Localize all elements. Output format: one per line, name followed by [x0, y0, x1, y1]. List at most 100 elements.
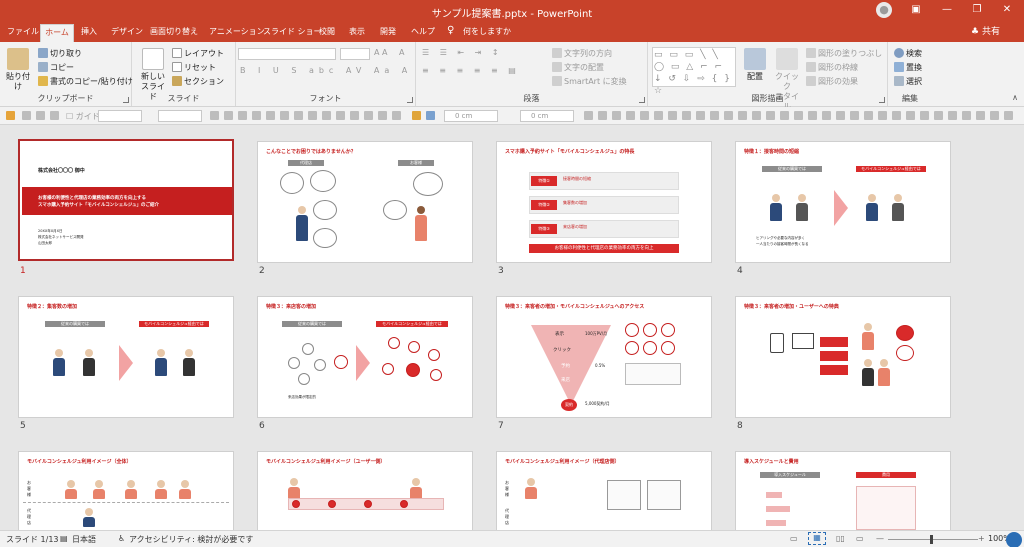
paste-button[interactable]: 貼り付け	[4, 48, 32, 92]
qat-icon-9[interactable]	[280, 111, 289, 120]
qat-icon-42[interactable]	[920, 111, 929, 120]
arrange-button[interactable]: 配置	[742, 48, 768, 82]
close-icon[interactable]: ✕	[1000, 3, 1014, 17]
tell-me-search[interactable]: 何をしますか	[460, 24, 514, 42]
list-buttons[interactable]: ☰ ☰ ⇤ ⇥ ↕	[422, 48, 503, 57]
tab-insert[interactable]: 挿入	[78, 24, 100, 42]
shape-fill-button[interactable]: 図形の塗りつぶし	[806, 48, 882, 59]
qat-dropdown-2[interactable]	[158, 110, 202, 122]
shape-outline-button[interactable]: 図形の枠線	[806, 62, 858, 73]
qat-icon-11[interactable]	[308, 111, 317, 120]
qat-icon-21[interactable]	[626, 111, 635, 120]
font-name-dropdown[interactable]	[238, 48, 336, 60]
cut-button[interactable]: 切り取り	[38, 48, 82, 59]
qat-icon-47[interactable]	[990, 111, 999, 120]
qat-icon-19[interactable]	[598, 111, 607, 120]
grow-font-icon[interactable]: A A	[374, 48, 388, 57]
tab-home[interactable]: ホーム	[40, 24, 74, 42]
slide-thumbnail-12[interactable]: 導入スケジュールと費用 導入スケジュール 費用	[735, 451, 951, 530]
qat-icon-33[interactable]	[794, 111, 803, 120]
font-style-buttons[interactable]: B I U S abc AV Aa A	[240, 66, 412, 75]
qat-icon-37[interactable]	[850, 111, 859, 120]
qat-icon-2[interactable]	[36, 111, 45, 120]
zoom-slider-thumb[interactable]	[930, 535, 933, 544]
qat-icon-44[interactable]	[948, 111, 957, 120]
qat-icon-23[interactable]	[654, 111, 663, 120]
qat-icon-22[interactable]	[640, 111, 649, 120]
qat-icon-4[interactable]	[210, 111, 219, 120]
qat-icon-38[interactable]	[864, 111, 873, 120]
slide-thumbnail-4[interactable]: 特徴１：接客時間の短縮 従来の購買では モバイルコンシェルジュ経由では ヒアリン…	[735, 141, 951, 263]
qat-icon-27[interactable]	[710, 111, 719, 120]
reset-button[interactable]: リセット	[172, 62, 216, 73]
qat-icon-35[interactable]	[822, 111, 831, 120]
minimize-icon[interactable]: —	[940, 3, 954, 17]
accessibility-status[interactable]: アクセシビリティ: 検討が必要です	[129, 534, 253, 545]
share-button[interactable]: ♣ 共有	[968, 24, 1003, 42]
tab-review[interactable]: 校閲	[316, 24, 338, 42]
format-painter-button[interactable]: 書式のコピー/貼り付け	[38, 76, 133, 87]
slide-thumbnail-1[interactable]: 株式会社〇〇〇 御中 お客様の利便性と代理店の業務効率の両方を向上する スマホ購…	[18, 139, 234, 261]
drawing-launcher-icon[interactable]	[879, 97, 885, 103]
layout-button[interactable]: レイアウト	[172, 48, 224, 59]
slide-counter[interactable]: スライド 1/13	[6, 534, 59, 545]
qat-icon-36[interactable]	[836, 111, 845, 120]
guide-toggle[interactable]: ☐ ガイド	[66, 111, 100, 122]
qat-dropdown-1[interactable]	[98, 110, 142, 122]
width-field[interactable]: 0 cm	[520, 110, 574, 122]
qat-icon-1[interactable]	[22, 111, 31, 120]
qat-icon-17[interactable]	[392, 111, 401, 120]
account-avatar-icon[interactable]: ●	[876, 2, 892, 18]
align-text-button[interactable]: 文字の配置	[552, 62, 604, 73]
qat-icon-31[interactable]	[766, 111, 775, 120]
tab-transitions[interactable]: 画面切り替え	[147, 24, 201, 42]
slide-thumbnail-7[interactable]: 特徴３：来客者の増加・モバイルコンシェルジュへのアクセス 表示 クリック 予約 …	[496, 296, 712, 418]
qat-icon-32[interactable]	[780, 111, 789, 120]
qat-icon-5[interactable]	[224, 111, 233, 120]
qat-icon-24[interactable]	[668, 111, 677, 120]
qat-icon-25[interactable]	[682, 111, 691, 120]
normal-view-icon[interactable]: ▭	[790, 534, 798, 543]
collapse-ribbon-icon[interactable]: ∧	[1012, 93, 1018, 102]
qat-icon-40[interactable]	[892, 111, 901, 120]
qat-icon-30[interactable]	[752, 111, 761, 120]
qat-icon-6[interactable]	[238, 111, 247, 120]
qat-icon-14[interactable]	[350, 111, 359, 120]
qat-icon-39[interactable]	[878, 111, 887, 120]
slideshow-view-icon[interactable]: ▭	[856, 534, 864, 543]
qat-icon-12[interactable]	[322, 111, 331, 120]
qat-icon-7[interactable]	[252, 111, 261, 120]
qat-icon-13[interactable]	[336, 111, 345, 120]
tab-design[interactable]: デザイン	[108, 24, 146, 42]
qat-icon-3[interactable]	[50, 111, 59, 120]
qat-icon-29[interactable]	[738, 111, 747, 120]
shape-effects-button[interactable]: 図形の効果	[806, 76, 858, 87]
tab-animations[interactable]: アニメーション	[206, 24, 268, 42]
tab-view[interactable]: 表示	[346, 24, 368, 42]
qat-icon-26[interactable]	[696, 111, 705, 120]
slide-sorter-view-icon[interactable]: ▦	[808, 532, 826, 545]
slide-thumbnail-11[interactable]: モバイルコンシェルジュ利用イメージ（代理店側） お客様 代理店	[496, 451, 712, 530]
text-direction-button[interactable]: 文字列の方向	[552, 48, 612, 59]
qat-icon-28[interactable]	[724, 111, 733, 120]
zoom-slider-track[interactable]	[888, 539, 978, 540]
qat-icon-10[interactable]	[294, 111, 303, 120]
font-size-dropdown[interactable]	[340, 48, 370, 60]
tab-developer[interactable]: 開発	[377, 24, 399, 42]
font-launcher-icon[interactable]	[407, 97, 413, 103]
slide-thumbnail-3[interactable]: スマホ購入予約サイト「モバイルコンシェルジュ」の特長 特徴① 特徴② 特徴③ 接…	[496, 141, 712, 263]
select-button[interactable]: 選択	[894, 76, 922, 87]
qat-icon-8[interactable]	[266, 111, 275, 120]
qat-icon-18[interactable]	[584, 111, 593, 120]
tab-slideshow[interactable]: スライド ショー	[260, 24, 325, 42]
slide-thumbnail-8[interactable]: 特徴３：来客者の増加・ユーザーへの特典	[735, 296, 951, 418]
restore-icon[interactable]: ❐	[970, 3, 984, 17]
slide-thumbnail-6[interactable]: 特徴３：来店客の増加 従来の購買では モバイルコンシェルジュ経由では 来店効果が…	[257, 296, 473, 418]
qat-icon-41[interactable]	[906, 111, 915, 120]
zoom-in-icon[interactable]: +	[978, 534, 985, 543]
accessibility-icon[interactable]: ♿	[118, 534, 125, 543]
qat-icon-15[interactable]	[364, 111, 373, 120]
qat-color-icon-1[interactable]	[412, 111, 421, 120]
replace-button[interactable]: 置換	[894, 62, 922, 73]
shapes-gallery[interactable]: ▭ ▭ ▭ ╲ ╲ ◯ ▭ △ ⌐ ⌐ ↓ ↺ ⇩ ⇨ { } ☆	[652, 47, 736, 96]
